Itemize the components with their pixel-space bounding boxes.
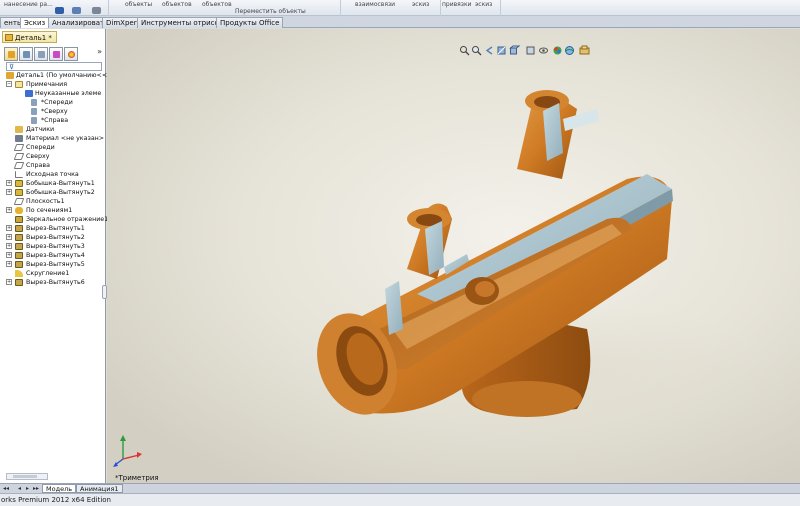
boss-extrude-icon <box>15 180 23 187</box>
plane-icon <box>13 153 25 160</box>
ribbon-relations[interactable]: взаимосвязи <box>355 1 395 8</box>
filter-funnel-icon: ⊽ <box>9 63 15 71</box>
command-manager-tabs: енты Эскиз Анализировать DimXpert Инстру… <box>0 16 800 28</box>
loft-icon <box>15 207 23 214</box>
dimxpert-manager-tab[interactable] <box>49 47 63 61</box>
scrollbar-thumb[interactable] <box>13 475 37 478</box>
expand-icon[interactable]: + <box>6 234 12 240</box>
ribbon-offset-entities[interactable]: объектов <box>202 1 232 8</box>
configuration-icon <box>38 51 45 58</box>
property-manager-icon <box>23 51 30 58</box>
last-tab-arrow-icon[interactable]: ▸▸ <box>33 485 39 492</box>
tab-model[interactable]: Модель <box>42 484 77 493</box>
arc-tool-icon[interactable] <box>72 7 81 14</box>
expand-icon[interactable]: + <box>6 261 12 267</box>
status-bar: orks Premium 2012 x64 Edition <box>0 493 800 506</box>
tree-filter-input[interactable]: ⊽ <box>6 62 102 71</box>
unattached-items-icon <box>25 90 33 97</box>
annotations-icon <box>15 81 23 88</box>
bottom-tabs-bar: ◂◂ ◂ ▸ ▸▸ Модель Анимация1 <box>0 483 800 493</box>
ribbon-snaps[interactable]: привязки <box>442 1 472 8</box>
collapse-icon[interactable]: − <box>6 81 12 87</box>
expand-icon[interactable]: + <box>6 189 12 195</box>
expand-icon[interactable]: + <box>6 225 12 231</box>
base-boss-bottom <box>472 381 582 417</box>
ribbon-entities[interactable]: объекты <box>125 1 152 8</box>
side-hole-inner <box>475 281 495 297</box>
view-orientation-label: *Триметрия <box>115 474 159 482</box>
plane-icon <box>13 162 25 169</box>
part-3d-model[interactable] <box>107 29 800 483</box>
plane-icon <box>13 144 25 151</box>
property-manager-tab[interactable] <box>19 47 33 61</box>
ribbon-move-entities[interactable]: Переместить объекты <box>235 8 306 15</box>
tab-sketch[interactable]: Эскиз <box>20 17 50 28</box>
feature-manager-tab[interactable] <box>4 47 18 61</box>
sensors-icon <box>15 126 23 133</box>
feature-tree-icon <box>8 51 15 58</box>
cut-extrude-icon <box>15 243 23 250</box>
cut-extrude-icon <box>15 279 23 286</box>
first-tab-arrow-icon[interactable]: ◂◂ <box>3 485 9 492</box>
material-icon <box>15 135 23 142</box>
mirror-icon <box>15 216 23 223</box>
coordinate-triad <box>113 435 142 467</box>
cut-extrude-icon <box>15 261 23 268</box>
view-note-icon <box>31 108 37 115</box>
plane-icon <box>13 198 25 205</box>
panel-tabs: » <box>4 47 104 61</box>
view-note-icon <box>31 99 37 106</box>
ribbon-sketch[interactable]: эскиз <box>412 1 429 8</box>
cut-extrude-icon <box>15 252 23 259</box>
boss-extrude-icon <box>15 189 23 196</box>
configuration-manager-tab[interactable] <box>34 47 48 61</box>
expand-icon[interactable]: + <box>6 207 12 213</box>
expand-icon[interactable]: + <box>6 279 12 285</box>
next-tab-arrow-icon[interactable]: ▸ <box>26 485 29 492</box>
document-tab[interactable]: Деталь1 * <box>2 31 57 43</box>
fillet-icon <box>15 270 23 277</box>
dimxpert-icon <box>53 51 60 58</box>
circle-tool-icon[interactable] <box>55 7 64 14</box>
ribbon-toolbar: нанесение ра... объекты объектов объекто… <box>0 0 800 16</box>
panel-horizontal-scrollbar[interactable] <box>6 473 48 480</box>
graphics-viewport[interactable]: *Триметрия <box>107 29 800 483</box>
solidworks-window: нанесение ра... объекты объектов объекто… <box>0 0 800 506</box>
expand-icon[interactable]: + <box>6 252 12 258</box>
prev-tab-arrow-icon[interactable]: ◂ <box>18 485 21 492</box>
expand-panel-icon[interactable]: » <box>97 47 102 56</box>
feature-manager-panel: Деталь1 * » ⊽ Деталь1 (По умолчанию<<П −… <box>0 29 112 493</box>
spline-tool-icon[interactable] <box>92 7 101 14</box>
ribbon-smart-dimension[interactable]: нанесение ра... <box>4 1 53 8</box>
expand-icon[interactable]: + <box>6 243 12 249</box>
document-tab-label: Деталь1 * <box>15 34 52 42</box>
part-document-icon <box>5 34 13 41</box>
expand-icon[interactable]: + <box>6 180 12 186</box>
display-manager-tab[interactable] <box>64 47 78 61</box>
origin-icon <box>15 171 23 178</box>
ribbon-quick-sketch[interactable]: эскиз <box>475 1 492 8</box>
cut-extrude-icon <box>15 225 23 232</box>
ribbon-convert-entities[interactable]: объектов <box>162 1 192 8</box>
tab-office-products[interactable]: Продукты Office <box>216 17 284 28</box>
status-product-name: orks Premium 2012 x64 Edition <box>1 496 111 504</box>
view-note-icon <box>31 117 37 124</box>
cut-extrude-icon <box>15 234 23 241</box>
appearance-icon <box>68 51 75 58</box>
tab-animation1[interactable]: Анимация1 <box>76 484 123 493</box>
part-icon <box>6 72 14 79</box>
